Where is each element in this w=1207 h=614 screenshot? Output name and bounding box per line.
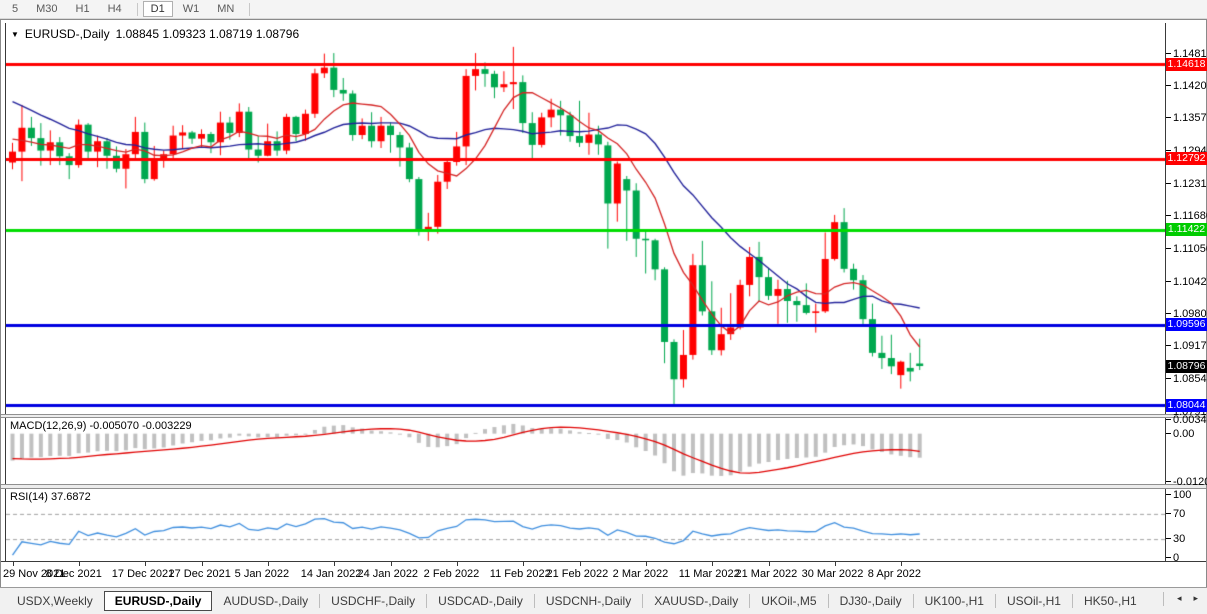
time-axis-tick: [523, 562, 524, 566]
symbol-label: EURUSD-,Daily: [25, 27, 110, 41]
time-axis-tick: [202, 562, 203, 566]
time-axis-label: 8 Dec 2021: [46, 568, 102, 580]
level-price-badge: 1.09596: [1166, 318, 1207, 331]
price-chart-canvas[interactable]: [6, 23, 1165, 414]
chart-tab[interactable]: USOil-,H1: [996, 591, 1072, 611]
time-axis-tick: [391, 562, 392, 566]
timeframe-button-d1[interactable]: D1: [143, 1, 173, 17]
chart-tab[interactable]: AUDUSD-,Daily: [212, 591, 319, 611]
chart-tab[interactable]: HK50-,H1: [1073, 591, 1148, 611]
toolbar-separator: [137, 3, 138, 16]
time-axis-tick: [13, 562, 14, 566]
level-price-badge: 1.11422: [1166, 223, 1207, 236]
time-axis-label: 27 Dec 2021: [169, 568, 231, 580]
rsi-axis-tick: 30: [1173, 533, 1185, 545]
time-axis-tick: [646, 562, 647, 566]
chart-tab[interactable]: USDCAD-,Daily: [427, 591, 534, 611]
time-axis-tick: [901, 562, 902, 566]
pane-splitter[interactable]: [1, 414, 1206, 418]
time-axis-label: 21 Mar 2022: [736, 568, 798, 580]
rsi-indicator-canvas[interactable]: [6, 489, 1165, 561]
time-axis-label: 24 Jan 2022: [358, 568, 419, 580]
time-axis-label: 30 Mar 2022: [802, 568, 864, 580]
price-axis-tick: 1.09175: [1173, 340, 1207, 352]
timeframe-button-mn[interactable]: MN: [209, 1, 242, 17]
time-axis-label: 17 Dec 2021: [112, 568, 174, 580]
tab-scroll-left-icon[interactable]: ◂: [1172, 591, 1187, 606]
price-axis-tick: 1.13570: [1173, 112, 1207, 124]
time-axis-tick: [712, 562, 713, 566]
symbol-dropdown-triangle-icon[interactable]: ▼: [11, 30, 19, 39]
chart-tab[interactable]: DJ30-,Daily: [829, 591, 913, 611]
level-price-badge: 1.14618: [1166, 58, 1207, 71]
rsi-label: RSI(14) 37.6872: [10, 491, 91, 503]
macd-axis-tick: 0.00: [1173, 428, 1194, 440]
rsi-axis-tick: 100: [1173, 489, 1191, 501]
chart-tab[interactable]: UK100-,H1: [914, 591, 995, 611]
chart-window: ▼ EURUSD-,Daily 1.08845 1.09323 1.08719 …: [0, 19, 1207, 587]
current-price-badge: 1.08796: [1166, 360, 1207, 373]
price-axis-tick: 1.10420: [1173, 276, 1207, 288]
chart-tab[interactable]: EURUSD-,Daily: [104, 591, 213, 611]
chart-tab[interactable]: USDCNH-,Daily: [535, 591, 642, 611]
macd-axis-tick: -0.012058: [1173, 476, 1207, 488]
chart-tab[interactable]: XAUUSD-,Daily: [643, 591, 749, 611]
tab-separator: [1163, 592, 1164, 606]
price-axis-tick: 1.08545: [1173, 373, 1207, 385]
time-axis-label: 14 Jan 2022: [301, 568, 362, 580]
chart-tab[interactable]: USDCHF-,Daily: [320, 591, 426, 611]
ohlc-quote: 1.08845 1.09323 1.08719 1.08796: [116, 27, 300, 41]
time-axis-label: 5 Jan 2022: [235, 568, 289, 580]
time-axis-tick: [580, 562, 581, 566]
time-axis-tick: [769, 562, 770, 566]
time-axis-tick: [334, 562, 335, 566]
chart-tab[interactable]: USDX,Weekly: [6, 591, 104, 611]
rsi-axis-tick: 70: [1173, 508, 1185, 520]
macd-label: MACD(12,26,9) -0.005070 -0.003229: [10, 420, 192, 432]
plot-left-border: [5, 23, 6, 561]
timeframe-button-w1[interactable]: W1: [175, 1, 208, 17]
time-axis-tick: [835, 562, 836, 566]
tab-scroll-right-icon[interactable]: ▸: [1188, 591, 1203, 606]
chart-tab-bar: USDX,WeeklyEURUSD-,DailyAUDUSD-,DailyUSD…: [0, 587, 1207, 614]
chart-title: ▼ EURUSD-,Daily 1.08845 1.09323 1.08719 …: [11, 27, 299, 41]
macd-axis-tick: 0.003408: [1173, 414, 1207, 426]
time-axis-label: 21 Feb 2022: [547, 568, 609, 580]
level-price-badge: 1.08044: [1166, 399, 1207, 412]
timeframe-toolbar: 5M30H1H4 D1W1MN: [0, 0, 1207, 19]
timeframe-button-5[interactable]: 5: [4, 1, 26, 17]
timeframe-button-m30[interactable]: M30: [28, 1, 65, 17]
timeframe-button-h1[interactable]: H1: [68, 1, 98, 17]
price-axis-tick: 1.14200: [1173, 80, 1207, 92]
time-axis-label: 11 Mar 2022: [679, 568, 740, 580]
time-axis-label: 11 Feb 2022: [490, 568, 551, 580]
time-axis-tick: [268, 562, 269, 566]
timeframe-button-h4[interactable]: H4: [100, 1, 130, 17]
time-axis-tick: [145, 562, 146, 566]
level-price-badge: 1.12792: [1166, 152, 1207, 165]
pane-splitter[interactable]: [1, 484, 1206, 489]
time-axis: 29 Nov 20218 Dec 202117 Dec 202127 Dec 2…: [1, 561, 1206, 587]
time-axis-label: 2 Mar 2022: [613, 568, 669, 580]
price-axis-tick: 1.11050: [1173, 243, 1207, 255]
time-axis-tick: [457, 562, 458, 566]
time-axis-tick: [79, 562, 80, 566]
trading-app: 5M30H1H4 D1W1MN ▼ EURUSD-,Daily 1.08845 1…: [0, 0, 1207, 614]
time-axis-label: 2 Feb 2022: [424, 568, 480, 580]
price-axis-tick: 1.12310: [1173, 178, 1207, 190]
toolbar-separator: [249, 3, 250, 16]
price-axis-tick: 1.11680: [1173, 210, 1207, 222]
chart-tab[interactable]: UKOil-,M5: [750, 591, 827, 611]
time-axis-label: 8 Apr 2022: [868, 568, 921, 580]
